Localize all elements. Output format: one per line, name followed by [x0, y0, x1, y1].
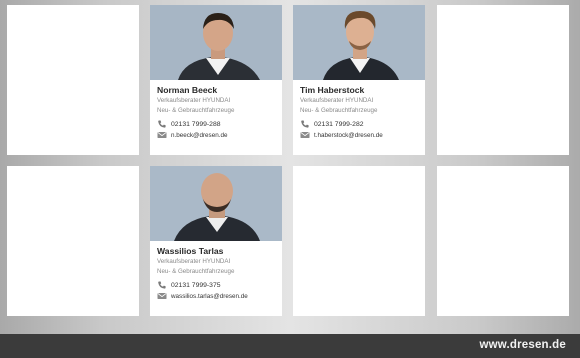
- contact-department: Neu- & Gebrauchtfahrzeuge: [157, 107, 235, 114]
- contact-name: Norman Beeck: [157, 85, 218, 95]
- email-address: t.haberstock@dresen.de: [314, 131, 383, 139]
- phone-icon: [157, 120, 167, 128]
- website-link[interactable]: www.dresen.de: [479, 339, 566, 351]
- contact-department: Neu- & Gebrauchtfahrzeuge: [157, 268, 235, 275]
- footer-bar: www.dresen.de: [0, 334, 580, 358]
- contact-phone[interactable]: 02131 7999-375: [157, 281, 278, 289]
- empty-card: [7, 166, 139, 316]
- contact-phone[interactable]: 02131 7999-288: [157, 120, 278, 128]
- phone-icon: [300, 120, 310, 128]
- contact-grid: Norman Beeck Verkaufsberater HYUNDAI Neu…: [0, 0, 580, 334]
- mail-icon: [157, 292, 167, 300]
- portrait-photo: [150, 166, 282, 241]
- empty-card: [293, 166, 425, 316]
- contact-card-norman-beeck: Norman Beeck Verkaufsberater HYUNDAI Neu…: [150, 5, 282, 155]
- contact-email[interactable]: wassilios.tarlas@dresen.de: [157, 292, 278, 300]
- email-address: n.beeck@dresen.de: [171, 131, 228, 139]
- contact-email[interactable]: t.haberstock@dresen.de: [300, 131, 421, 139]
- phone-number: 02131 7999-375: [171, 281, 221, 289]
- mail-icon: [300, 131, 310, 139]
- empty-card: [437, 166, 569, 316]
- contact-name: Wassilios Tarlas: [157, 246, 224, 256]
- email-address: wassilios.tarlas@dresen.de: [171, 292, 248, 300]
- mail-icon: [157, 131, 167, 139]
- contact-name: Tim Haberstock: [300, 85, 365, 95]
- contact-role: Verkaufsberater HYUNDAI: [157, 258, 231, 265]
- contact-role: Verkaufsberater HYUNDAI: [300, 97, 374, 104]
- phone-number: 02131 7999-282: [314, 120, 364, 128]
- contact-role: Verkaufsberater HYUNDAI: [157, 97, 231, 104]
- contact-department: Neu- & Gebrauchtfahrzeuge: [300, 107, 378, 114]
- contact-card-tim-haberstock: Tim Haberstock Verkaufsberater HYUNDAI N…: [293, 5, 425, 155]
- phone-number: 02131 7999-288: [171, 120, 221, 128]
- portrait-photo: [293, 5, 425, 80]
- contact-card-wassilios-tarlas: Wassilios Tarlas Verkaufsberater HYUNDAI…: [150, 166, 282, 316]
- empty-card: [7, 5, 139, 155]
- empty-card: [437, 5, 569, 155]
- contact-phone[interactable]: 02131 7999-282: [300, 120, 421, 128]
- contact-email[interactable]: n.beeck@dresen.de: [157, 131, 278, 139]
- phone-icon: [157, 281, 167, 289]
- portrait-photo: [150, 5, 282, 80]
